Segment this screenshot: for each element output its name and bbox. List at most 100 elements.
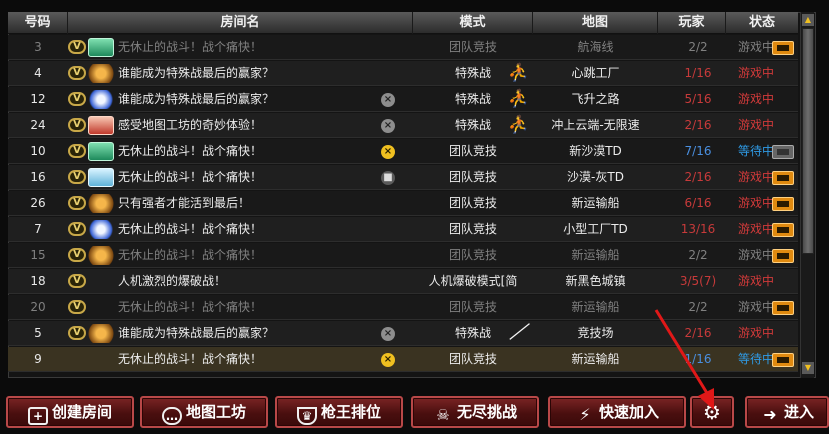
room-name: 无休止的战斗！战个痛快！ — [118, 170, 263, 184]
room-row[interactable]: 7 V 无休止的战斗！战个痛快！ 团队竞技 小型工厂TD 13/16 游戏中 — [8, 217, 798, 242]
room-mode-cell: 团队竞技 — [413, 217, 533, 242]
spectate-tv-icon[interactable] — [772, 41, 794, 55]
spectate-tv-icon[interactable] — [772, 171, 794, 185]
create-room-button[interactable]: + 创建房间 — [6, 396, 134, 428]
room-number: 26 — [30, 196, 46, 210]
room-mode-cell: 特殊战 ／ — [413, 321, 533, 346]
no-entry-icon: × — [381, 119, 395, 133]
spectate-tv-icon[interactable] — [772, 301, 794, 315]
room-map: 竞技场 — [577, 326, 614, 340]
spectate-tv-icon[interactable] — [772, 223, 794, 237]
endless-challenge-button[interactable]: ☠ 无尽挑战 — [411, 396, 539, 428]
blue-wing-icon — [88, 220, 114, 239]
scroll-up-icon[interactable]: ▲ — [802, 14, 814, 26]
room-map: 航海线 — [577, 40, 614, 54]
endless-challenge-label: 无尽挑战 — [456, 403, 517, 421]
col-header-number[interactable]: 号码 — [8, 12, 68, 34]
col-header-status[interactable]: 状态 — [726, 12, 798, 34]
map-workshop-button[interactable]: … 地图工坊 — [140, 396, 268, 428]
room-mode: 团队竞技 — [448, 300, 497, 314]
room-number: 12 — [30, 92, 46, 106]
map-workshop-label: 地图工坊 — [185, 403, 246, 421]
chat-bubble-icon: … — [161, 407, 182, 425]
room-number: 20 — [30, 300, 46, 314]
room-name: 无休止的战斗！战个痛快！ — [118, 248, 263, 262]
plus-icon: + — [27, 407, 48, 425]
runner-icon: ⛹ — [507, 89, 529, 109]
room-name: 只有强者才能活到最后！ — [118, 196, 251, 210]
red-gift-icon — [88, 116, 114, 135]
col-header-players[interactable]: 玩家 — [658, 12, 726, 34]
room-mode: 特殊战 — [454, 66, 491, 80]
room-number: 15 — [30, 248, 46, 262]
password-lock-icon: × — [381, 353, 395, 367]
vip-badge-icon: V — [68, 248, 86, 262]
vip-badge-icon: V — [68, 40, 86, 54]
room-map: 新运输船 — [571, 248, 620, 262]
quick-join-label: 快速加入 — [598, 403, 659, 421]
vip-badge-icon: V — [68, 170, 86, 184]
room-mode: 特殊战 — [454, 326, 491, 340]
room-name: 无休止的战斗！战个痛快！ — [118, 300, 263, 314]
room-map: 沙漠-灰TD — [567, 170, 624, 184]
spectate-tv-icon[interactable] — [772, 353, 794, 367]
room-mode-cell: 团队竞技 — [413, 191, 533, 216]
room-map: 飞升之路 — [571, 92, 620, 106]
room-row[interactable]: 15 V 无休止的战斗！战个痛快！ 团队竞技 新运输船 2/2 游戏中 — [8, 243, 798, 268]
gun-king-rank-label: 枪王排位 — [320, 403, 381, 421]
wing-icon — [88, 246, 114, 265]
green-gift-icon — [88, 38, 114, 57]
room-mode-cell: 人机爆破模式[简 — [413, 269, 533, 294]
col-header-mode[interactable]: 模式 — [413, 12, 533, 34]
room-name: 无休止的战斗！战个痛快！ — [118, 144, 263, 158]
room-row[interactable]: 10 V 无休止的战斗！战个痛快！ × 团队竞技 新沙漠TD 7/16 等待中 — [8, 139, 798, 164]
room-list-scrollbar[interactable]: ▲ ▼ — [800, 12, 814, 378]
room-mode: 团队竞技 — [448, 144, 497, 158]
room-mode-cell: 团队竞技 — [413, 139, 533, 164]
room-map: 新运输船 — [571, 352, 620, 366]
room-number: 3 — [34, 40, 42, 54]
red-pointer-arrow-icon — [654, 309, 714, 410]
room-row[interactable]: 24 V 感受地图工坊的奇妙体验！ × 特殊战 ⛹ 冲上云端-无限速 2/16 游戏中 — [8, 113, 798, 138]
spectate-tv-icon[interactable] — [772, 145, 794, 159]
vip-badge-icon: V — [68, 196, 86, 210]
room-mode-cell: 团队竞技 — [413, 165, 533, 190]
arrow-right-icon: ➜ — [763, 405, 777, 424]
room-map: 新黑色城镇 — [565, 274, 626, 288]
col-header-room-name[interactable]: 房间名 — [68, 12, 413, 34]
runner-icon: ⛹ — [507, 115, 529, 135]
room-number: 5 — [34, 326, 42, 340]
room-number: 18 — [30, 274, 46, 288]
col-header-map[interactable]: 地图 — [533, 12, 658, 34]
room-mode-cell: 团队竞技 — [413, 347, 533, 372]
room-row[interactable]: 12 V 谁能成为特殊战最后的赢家？ × 特殊战 ⛹ 飞升之路 5/16 游戏中 — [8, 87, 798, 112]
room-map: 小型工厂TD — [563, 222, 628, 236]
room-row[interactable]: 26 V 只有强者才能活到最后！ 团队竞技 新运输船 6/16 游戏中 — [8, 191, 798, 216]
spectate-tv-icon[interactable] — [772, 197, 794, 211]
room-number: 10 — [30, 144, 46, 158]
knife-icon: ／ — [509, 323, 527, 343]
scroll-down-icon[interactable]: ▼ — [802, 362, 814, 374]
lightning-icon: ⚡ — [579, 405, 591, 424]
vip-badge-icon: V — [68, 222, 86, 236]
spectate-tv-icon[interactable] — [772, 249, 794, 263]
room-mode: 人机爆破模式[简 — [428, 274, 518, 288]
create-room-label: 创建房间 — [51, 403, 112, 421]
room-row[interactable]: 16 V 无休止的战斗！战个痛快！ ■ 团队竞技 沙漠-灰TD 2/16 游戏中 — [8, 165, 798, 190]
room-mode: 特殊战 — [454, 118, 491, 132]
room-mode-cell: 团队竞技 — [413, 243, 533, 268]
enter-room-button[interactable]: ➜ 进入 — [745, 396, 829, 428]
room-row[interactable]: 3 V 无休止的战斗！战个痛快！ 团队竞技 航海线 2/2 游戏中 — [8, 35, 798, 60]
scroll-thumb[interactable] — [802, 28, 814, 254]
blue-gift-icon — [88, 168, 114, 187]
room-row[interactable]: 18 V 人机激烈的爆破战！ 人机爆破模式[简 新黑色城镇 3/5(7) 游戏中 — [8, 269, 798, 294]
vip-badge-icon: V — [68, 92, 86, 106]
no-entry-icon: × — [381, 93, 395, 107]
vip-badge-icon: V — [68, 66, 86, 80]
room-number: 7 — [34, 222, 42, 236]
enter-room-label: 进入 — [783, 403, 814, 421]
gun-king-rank-button[interactable]: ♛ 枪王排位 — [275, 396, 403, 428]
room-mode: 团队竞技 — [448, 222, 497, 236]
room-mode: 团队竞技 — [448, 170, 497, 184]
room-row[interactable]: 4 V 谁能成为特殊战最后的赢家？ 特殊战 ⛹ 心跳工厂 1/16 游戏中 — [8, 61, 798, 86]
